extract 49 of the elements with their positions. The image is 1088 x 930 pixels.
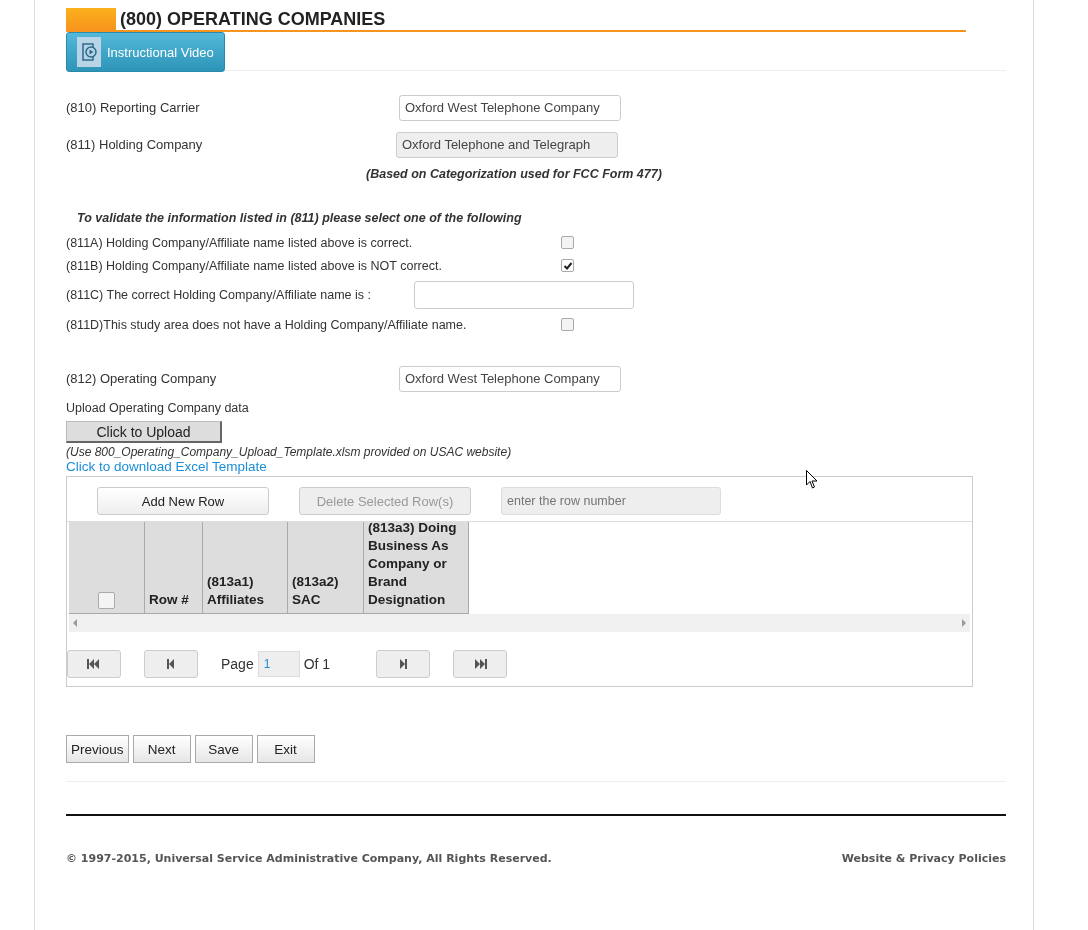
film-play-icon (77, 37, 101, 67)
header-accent-bar (66, 8, 116, 30)
step-back-icon (167, 659, 175, 669)
option-label: (811A) Holding Company/Affiliate name listed above is correct. (66, 235, 414, 250)
categorization-note: (Based on Categorization used for FCC Form 477) (366, 166, 663, 183)
copyright-text: © 1997-2015, Universal Service Administrative Company, All Rights Reserved. (66, 852, 552, 865)
row-number-field[interactable]: enter the row number (501, 487, 721, 515)
upload-button[interactable]: Click to Upload (66, 421, 222, 443)
navigation-button[interactable]: Previous (66, 735, 129, 763)
column-header: (813a2) SAC (288, 522, 364, 614)
navigation-button[interactable]: Exit (256, 735, 315, 763)
checkbox[interactable] (561, 259, 574, 272)
page-title: (800) OPERATING COMPANIES (120, 8, 386, 30)
checkbox[interactable] (561, 236, 574, 249)
previous-page-button[interactable] (144, 650, 198, 678)
holding-company-name-field[interactable] (414, 281, 634, 309)
column-header: (813a1) Affiliates (203, 522, 288, 614)
next-page-button[interactable] (376, 650, 431, 678)
skip-last-icon (473, 659, 488, 669)
navigation-button[interactable]: Save (194, 735, 253, 763)
skip-first-icon (87, 659, 101, 669)
field-label: (810) Reporting Carrier (66, 100, 201, 115)
checkbox[interactable] (561, 318, 574, 331)
privacy-policies-link[interactable]: Website & Privacy Policies (841, 852, 1006, 865)
download-template-link[interactable]: Click to download Excel Template (66, 459, 1006, 474)
option-label: (811B) Holding Company/Affiliate name listed above is NOT correct. (66, 258, 443, 273)
select-all-checkbox[interactable] (98, 592, 115, 609)
option-label: (811C) The correct Holding Company/Affiliate name is : (66, 288, 372, 302)
option-label: (811D)This study area does not have a Holding Company/Affiliate name. (66, 317, 468, 332)
mouse-pointer-icon (806, 470, 818, 489)
text-field[interactable]: Oxford West Telephone Company (399, 365, 621, 392)
column-header: Row # (145, 522, 203, 614)
column-header: (813a3) Doing Business As Company or Brand Designation (364, 522, 469, 614)
last-page-button[interactable] (453, 650, 508, 678)
upload-label: Upload Operating Company data (66, 401, 250, 415)
navigation-button[interactable]: Next (132, 735, 191, 763)
validation-heading: To validate the information listed in (811) please select one of the following (77, 211, 523, 225)
page-count: Of 1 (303, 656, 331, 672)
page-label: Page (221, 656, 254, 672)
scroll-right-icon[interactable] (961, 619, 967, 627)
text-field[interactable]: Oxford West Telephone Company (399, 94, 621, 121)
template-hint: (Use 800_Operating_Company_Upload_Template.xlsm provided on USAC website) (66, 445, 513, 459)
horizontal-scrollbar[interactable] (69, 614, 970, 632)
first-page-button[interactable] (67, 650, 121, 678)
scroll-left-icon[interactable] (72, 619, 78, 627)
field-label: (811) Holding Company (66, 137, 204, 152)
step-forward-icon (399, 659, 408, 669)
add-row-button[interactable]: Add New Row (97, 487, 269, 515)
field-label: (812) Operating Company (66, 371, 218, 386)
